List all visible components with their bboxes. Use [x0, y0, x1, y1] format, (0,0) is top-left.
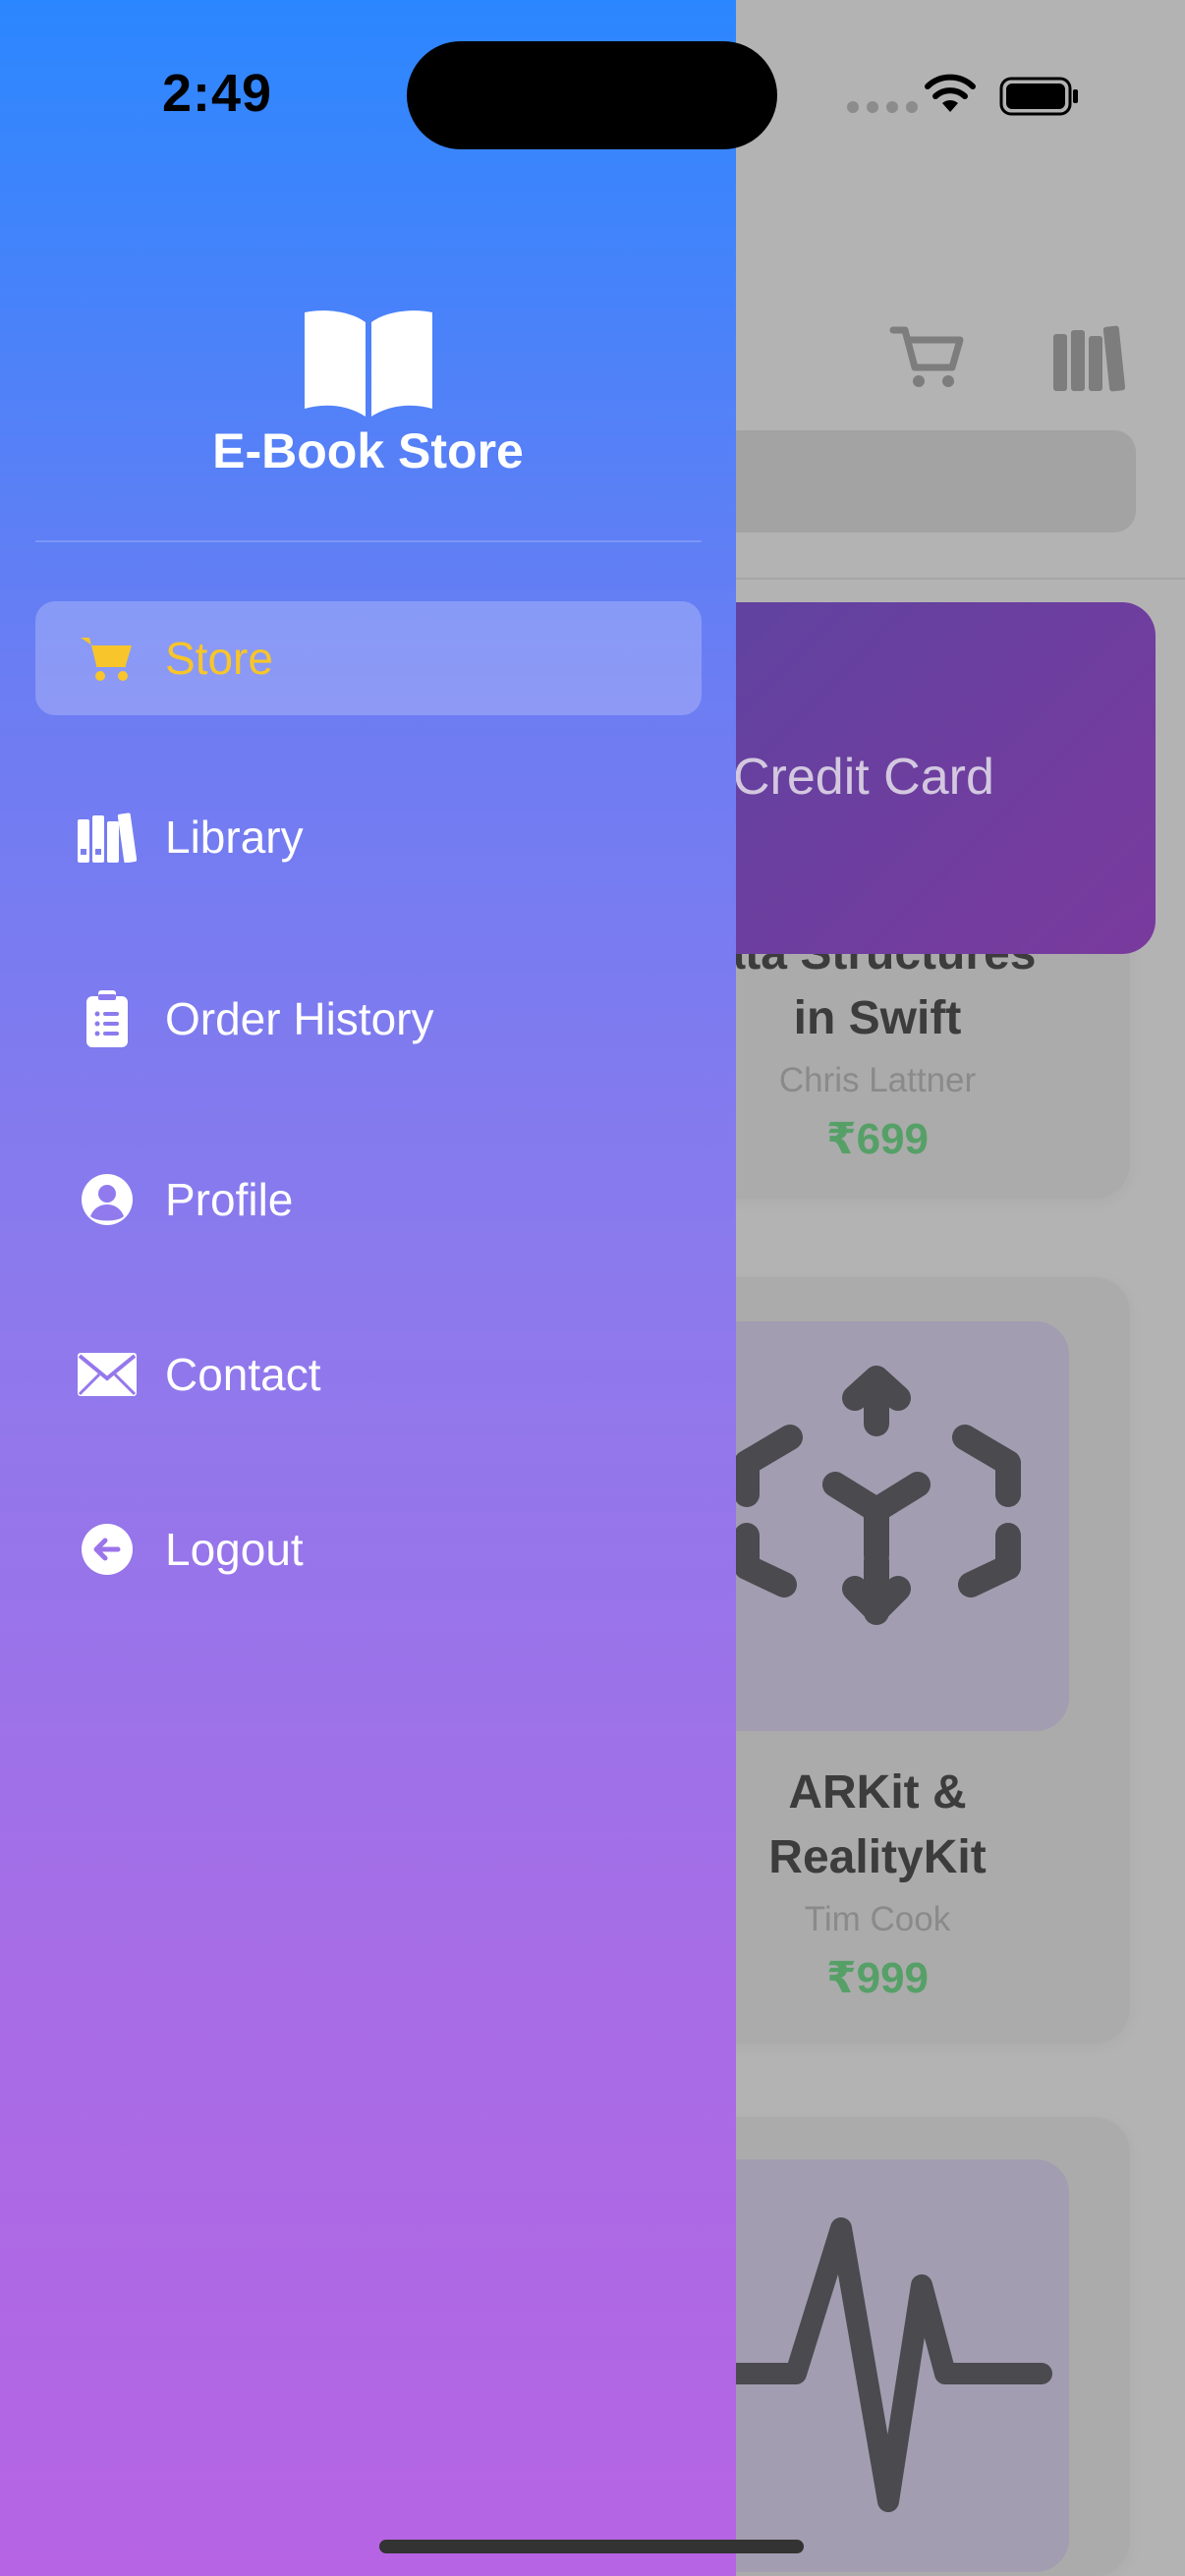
book-author: Tim Cook [804, 1900, 951, 1938]
arkit-cube-icon [734, 1366, 1021, 1625]
open-book-icon [301, 307, 436, 421]
header-divider [707, 578, 1185, 580]
app-title: E-Book Store [212, 423, 524, 478]
banner-text: Credit Card [733, 749, 994, 806]
books-icon [71, 812, 143, 863]
promo-banner[interactable]: Credit Card [688, 602, 1156, 954]
status-time: 2:49 [162, 64, 273, 123]
book-cover [688, 1321, 1069, 1731]
search-bar[interactable] [707, 430, 1136, 532]
wifi-icon [924, 73, 977, 119]
library-icon[interactable] [1051, 324, 1126, 398]
menu-item-logout[interactable]: Logout [35, 1492, 702, 1606]
menu-label: Store [165, 633, 273, 684]
book-cover [681, 2159, 1069, 2572]
menu-item-contact[interactable]: Contact [35, 1317, 702, 1431]
home-indicator [379, 2540, 804, 2553]
envelope-icon [71, 1353, 143, 1396]
battery-icon [999, 77, 1080, 121]
book-price: ₹999 [825, 1954, 930, 2002]
menu-label: Order History [165, 993, 434, 1044]
side-drawer: E-Book Store Store Library Order History… [0, 0, 736, 2576]
book-price: ₹699 [825, 1115, 930, 1163]
clipboard-icon [71, 990, 143, 1047]
cart-icon[interactable] [889, 324, 966, 394]
dynamic-island [407, 41, 777, 149]
cellular-signal-icon [847, 101, 918, 113]
menu-item-store[interactable]: Store [35, 601, 702, 715]
menu-label: Profile [165, 1174, 294, 1225]
waveform-icon [681, 2217, 1052, 2512]
book-title: ARKit & [788, 1766, 967, 1819]
menu-item-order-history[interactable]: Order History [35, 962, 702, 1076]
menu-label: Logout [165, 1524, 304, 1575]
book-title: in Swift [793, 992, 962, 1044]
book-title: RealityKit [768, 1831, 987, 1883]
menu-item-profile[interactable]: Profile [35, 1143, 702, 1257]
cart-icon [71, 634, 143, 683]
book-author: Chris Lattner [778, 1061, 977, 1099]
arrow-left-circle-icon [71, 1523, 143, 1576]
menu-label: Library [165, 812, 304, 863]
menu-item-library[interactable]: Library [35, 780, 702, 894]
menu-label: Contact [165, 1349, 321, 1400]
person-circle-icon [71, 1173, 143, 1226]
drawer-divider [35, 540, 702, 542]
